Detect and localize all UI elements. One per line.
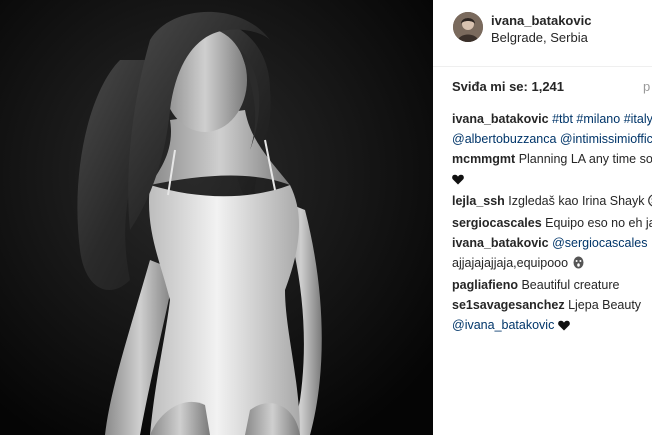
post-location[interactable]: Belgrade, Serbia [491,30,588,45]
comment-username[interactable]: ivana_batakovic [452,112,549,126]
post-username[interactable]: ivana_batakovic [491,13,591,28]
comment-item: se1savagesanchez Ljepa Beauty [452,296,652,314]
comment-item: ajjajajajjaja,equipooo [452,254,652,274]
mention-link[interactable]: @ivana_batakovic [452,318,554,332]
post-header: ivana_batakovic Belgrade, Serbia [433,0,652,67]
comment-item: sergiocascales Equipo eso no eh jajaja [452,214,652,232]
comment-list: ivana_batakovic #tbt #milano #italy @albe… [452,110,652,338]
hashtag-link[interactable]: #italy [624,112,652,126]
smile-icon [648,194,652,212]
comment-text: Planning LA any time soon [515,152,652,166]
comment-item: pagliafieno Beautiful creature [452,276,652,294]
hashtag-link[interactable]: #milano [576,112,620,126]
photo-image [0,0,433,435]
mention-link[interactable]: @albertobuzzanca [452,132,556,146]
comment-text: Izgledaš kao Irina Shayk [504,194,648,208]
likes-count[interactable]: Sviđa mi se: 1,241 [452,79,564,94]
black-heart-icon [557,318,570,336]
comment-text: Ljepa Beauty [564,298,642,312]
hashtag-link[interactable]: #tbt [552,112,573,126]
avatar[interactable] [453,12,483,42]
comment-item: @albertobuzzanca @intimissimiofficial [452,130,652,148]
scream-icon [572,256,585,274]
post-date[interactable]: p [643,79,650,94]
comment-item: ivana_batakovic #tbt #milano #italy [452,110,652,128]
post-photo[interactable] [0,0,433,435]
comment-username[interactable]: pagliafieno [452,278,518,292]
comment-username[interactable]: se1savagesanchez [452,298,565,312]
mention-link[interactable]: @sergiocascales [552,236,647,250]
comment-username[interactable]: ivana_batakovic [452,236,549,250]
comment-username[interactable]: lejla_ssh [452,194,505,208]
comment-text: ajjajajajjaja,equipooo [452,256,572,270]
comment-item: mcmmgmt Planning LA any time soon [452,150,652,168]
comment-username[interactable]: mcmmgmt [452,152,515,166]
comment-item: @ivana_batakovic [452,316,652,336]
comment-item [452,170,652,190]
comment-item: lejla_ssh Izgledaš kao Irina Shayk [452,192,652,212]
comment-text: Beautiful creature [517,278,620,292]
mention-link[interactable]: @intimissimiofficial [560,132,652,146]
black-heart-icon [452,172,464,190]
comment-text: Equipo eso no eh jajaja [545,216,652,230]
comment-item: ivana_batakovic @sergiocascales [452,234,652,252]
post-sidebar: ivana_batakovic Belgrade, Serbia Sviđa m… [433,0,652,435]
comment-username[interactable]: sergiocascales [452,216,542,230]
